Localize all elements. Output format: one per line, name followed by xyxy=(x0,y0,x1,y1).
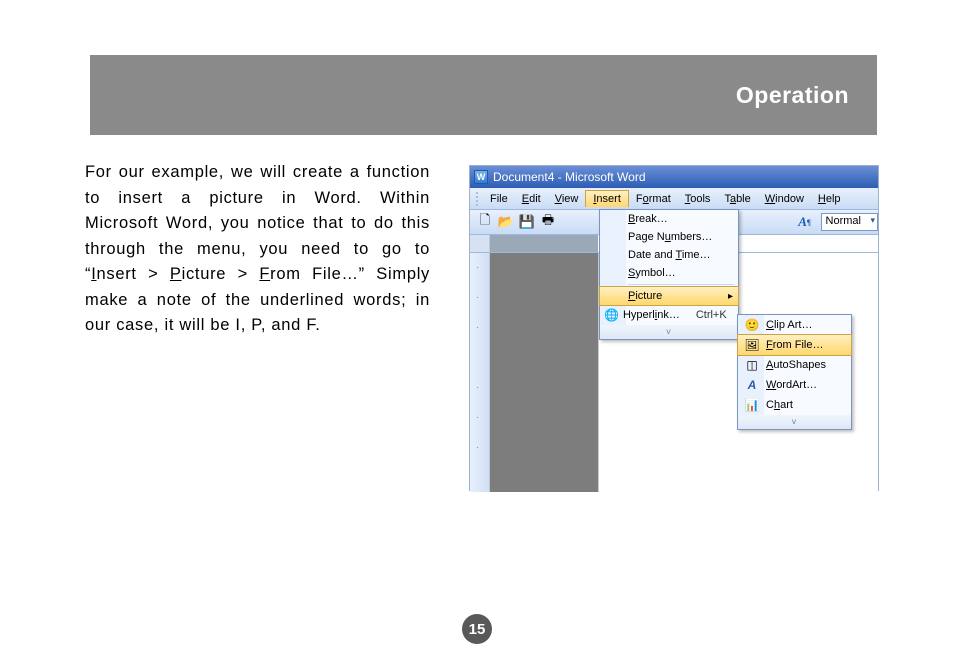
open-glyph: 📂 xyxy=(498,214,514,230)
menu-view[interactable]: View xyxy=(548,191,586,207)
section-header: Operation xyxy=(90,55,877,135)
menu-item-date-time[interactable]: Date and Time… xyxy=(600,246,738,264)
menu-format[interactable]: Format xyxy=(629,191,678,207)
underline-f: F xyxy=(259,265,270,283)
underline-p: P xyxy=(170,265,182,283)
ruler-margin xyxy=(490,235,598,252)
menu-item-autoshapes[interactable]: ◫ AutoShapes xyxy=(738,355,851,375)
print-icon[interactable]: 🖶 xyxy=(539,213,557,231)
menubar-grip-icon xyxy=(476,192,480,206)
menu-item-clip-art[interactable]: 🙂 Clip Art… xyxy=(738,315,851,335)
menu-window[interactable]: Window xyxy=(758,191,811,207)
body-paragraph: For our example, we will create a functi… xyxy=(85,160,430,339)
submenu-expand-chevron[interactable]: ˅ xyxy=(738,415,851,429)
section-title: Operation xyxy=(736,82,849,109)
word-app-icon: W xyxy=(474,170,488,184)
word-vertical-ruler: · · · · · · xyxy=(470,253,490,492)
image-icon: 🖼 xyxy=(742,338,762,352)
new-doc-icon[interactable]: 🗋 xyxy=(476,213,494,231)
menu-help[interactable]: Help xyxy=(811,191,848,207)
document-gray-margin xyxy=(490,253,598,492)
break-label: Break… xyxy=(624,213,724,225)
menu-insert[interactable]: Insert xyxy=(585,190,629,207)
wordart-label: WordArt… xyxy=(762,379,837,391)
word-window-title: Document4 - Microsoft Word xyxy=(493,170,646,184)
font-style-icon[interactable]: A¶ xyxy=(796,213,814,231)
word-icon-glyph: W xyxy=(477,172,486,182)
body-text-2: nsert > xyxy=(97,265,170,283)
menu-expand-chevron[interactable]: ˅ xyxy=(600,325,738,339)
word-menubar: File Edit View Insert Format Tools Table… xyxy=(470,188,878,210)
print-glyph: 🖶 xyxy=(542,211,554,233)
expand-glyph-2: ˅ xyxy=(791,417,797,427)
menu-tools[interactable]: Tools xyxy=(678,191,718,207)
menu-item-chart[interactable]: 📊 Chart xyxy=(738,395,851,415)
new-doc-glyph: 🗋 xyxy=(480,211,490,233)
hyperlink-label: Hyperlink… xyxy=(619,309,680,321)
shapes-icon: ◫ xyxy=(742,358,762,372)
menu-item-wordart[interactable]: A WordArt… xyxy=(738,375,851,395)
page-numbers-label: Page Numbers… xyxy=(624,231,724,243)
menu-item-page-numbers[interactable]: Page Numbers… xyxy=(600,228,738,246)
autoshapes-label: AutoShapes xyxy=(762,359,837,371)
body-text-3: icture > xyxy=(182,265,260,283)
clip-art-label: Clip Art… xyxy=(762,319,837,331)
save-icon[interactable]: 💾 xyxy=(518,213,536,231)
chart-label: Chart xyxy=(762,399,837,411)
symbol-label: Symbol… xyxy=(624,267,724,279)
open-icon[interactable]: 📂 xyxy=(497,213,515,231)
ruler-corner xyxy=(470,235,490,252)
menu-edit[interactable]: Edit xyxy=(515,191,548,207)
menu-item-symbol[interactable]: Symbol… xyxy=(600,264,738,282)
from-file-label: From File… xyxy=(762,339,837,351)
page-number: 15 xyxy=(462,614,492,644)
expand-glyph: ˅ xyxy=(666,327,672,337)
clipart-icon: 🙂 xyxy=(742,318,762,332)
date-time-label: Date and Time… xyxy=(624,249,724,261)
chart-icon: 📊 xyxy=(742,398,762,412)
hyperlink-shortcut: Ctrl+K xyxy=(696,309,727,321)
menu-file-label: File xyxy=(490,193,508,205)
style-label: Normal xyxy=(826,215,861,227)
picture-submenu: 🙂 Clip Art… 🖼 From File… ◫ AutoShapes A … xyxy=(737,314,852,430)
menu-item-picture[interactable]: Picture xyxy=(599,286,739,306)
picture-label: Picture xyxy=(624,290,724,302)
menu-separator xyxy=(628,284,734,285)
globe-icon: 🌐 xyxy=(604,308,619,322)
menu-file[interactable]: File xyxy=(483,191,515,207)
style-selector[interactable]: Normal xyxy=(821,213,878,231)
save-glyph: 💾 xyxy=(519,214,535,230)
menu-item-break[interactable]: Break… xyxy=(600,210,738,228)
wordart-icon: A xyxy=(742,378,762,392)
word-titlebar: W Document4 - Microsoft Word xyxy=(470,166,878,188)
menu-table[interactable]: Table xyxy=(717,191,757,207)
insert-dropdown: Break… Page Numbers… Date and Time… Symb… xyxy=(599,209,739,340)
menu-item-hyperlink[interactable]: 🌐 Hyperlink… Ctrl+K xyxy=(600,305,738,325)
menu-item-from-file[interactable]: 🖼 From File… xyxy=(737,334,852,356)
page-number-value: 15 xyxy=(469,621,486,638)
word-screenshot: W Document4 - Microsoft Word File Edit V… xyxy=(469,165,879,491)
